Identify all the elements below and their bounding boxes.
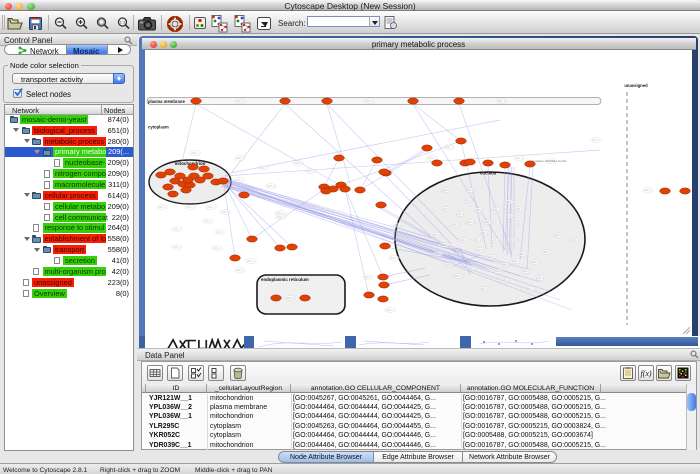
svg-text:(GO:..): (GO:..) (466, 188, 474, 192)
svg-text:(GO:..): (GO:..) (463, 198, 471, 202)
svg-text:(GO:..): (GO:..) (173, 227, 181, 231)
svg-text:(GO:..): (GO:..) (207, 205, 215, 209)
svg-text:(GO:..): (GO:..) (444, 263, 452, 267)
svg-text:(GO:..): (GO:..) (459, 238, 467, 242)
svg-text:(GO:..): (GO:..) (442, 188, 450, 192)
svg-text:(GO:..): (GO:..) (191, 151, 199, 155)
svg-text:(GO:..): (GO:..) (451, 223, 459, 227)
svg-text:(GO:..): (GO:..) (512, 259, 520, 263)
svg-text:(GO:..): (GO:..) (448, 244, 456, 248)
svg-text:(GO:..): (GO:..) (494, 269, 502, 273)
svg-text:(GO:..): (GO:..) (306, 169, 314, 173)
svg-text:(GO:..): (GO:..) (267, 184, 275, 188)
svg-text:(GO:..): (GO:..) (186, 205, 194, 209)
svg-text:(GO:..): (GO:..) (236, 268, 244, 272)
svg-text:(GO:..): (GO:..) (259, 166, 267, 170)
svg-text:(GO:..): (GO:..) (247, 259, 255, 263)
svg-text:(GO:..): (GO:..) (158, 205, 166, 209)
svg-text:(GO:..): (GO:..) (204, 219, 212, 223)
svg-text:(GO:..): (GO:..) (505, 214, 513, 218)
svg-text:(GO:..): (GO:..) (277, 215, 285, 219)
svg-text:(GO:..): (GO:..) (286, 296, 294, 300)
svg-text:endoplasmic reticulum: endoplasmic reticulum (261, 277, 309, 282)
svg-text:(GO:..): (GO:..) (515, 207, 523, 211)
svg-text:(GO:..): (GO:..) (487, 255, 495, 259)
svg-text:(GO:..): (GO:..) (428, 156, 436, 160)
svg-text:(GO:..): (GO:..) (456, 212, 464, 216)
svg-text:(GO:..): (GO:..) (515, 156, 523, 160)
svg-text:(GO:..): (GO:..) (442, 207, 450, 211)
svg-text:(GO:..): (GO:..) (476, 248, 484, 252)
svg-text:f(x): f(x) (640, 369, 651, 378)
svg-text:(GO:..): (GO:..) (554, 233, 562, 237)
svg-text:annotation.GO.CELLULAR...: annotation.GO.CELLULAR... (530, 159, 569, 163)
svg-text:1:1: 1:1 (120, 19, 126, 24)
svg-text:(GO:..): (GO:..) (236, 99, 244, 103)
svg-text:(GO:..): (GO:..) (445, 145, 453, 149)
svg-text:(GO:..): (GO:..) (543, 250, 551, 254)
svg-text:(GO:..): (GO:..) (497, 99, 505, 103)
svg-text:(GO:..): (GO:..) (454, 274, 462, 278)
svg-text:(GO:..): (GO:..) (294, 161, 302, 165)
svg-text:unassigned: unassigned (624, 83, 648, 88)
svg-text:(GO:..): (GO:..) (531, 260, 539, 264)
svg-text:(GO:..): (GO:..) (235, 178, 243, 182)
svg-text:cytoplasm: cytoplasm (148, 125, 169, 130)
svg-text:(GO:..): (GO:..) (386, 308, 394, 312)
svg-text:(GO:..): (GO:..) (491, 238, 499, 242)
svg-text:(GO:..): (GO:..) (644, 188, 652, 192)
svg-text:(GO:..): (GO:..) (474, 208, 482, 212)
svg-text:(GO:..): (GO:..) (522, 269, 530, 273)
svg-text:(GO:..): (GO:..) (432, 233, 440, 237)
svg-text:(GO:..): (GO:..) (508, 238, 516, 242)
svg-text:(GO:..): (GO:..) (526, 287, 534, 291)
svg-text:(GO:..): (GO:..) (466, 220, 474, 224)
svg-text:(GO:..): (GO:..) (519, 252, 527, 256)
svg-text:(GO:..): (GO:..) (480, 287, 488, 291)
svg-text:(GO:..): (GO:..) (468, 266, 476, 270)
svg-text:plasma membrane: plasma membrane (148, 99, 185, 104)
svg-text:(GO:..): (GO:..) (480, 231, 488, 235)
svg-text:(GO:..): (GO:..) (473, 238, 481, 242)
svg-text:(GO:..): (GO:..) (501, 278, 509, 282)
svg-text:(GO:..): (GO:..) (536, 276, 544, 280)
svg-text:(GO:..): (GO:..) (221, 210, 229, 214)
svg-text:(GO:..): (GO:..) (484, 220, 492, 224)
svg-text:(GO:..): (GO:..) (592, 138, 600, 142)
svg-text:(GO:..): (GO:..) (173, 245, 181, 249)
svg-text:(GO:..): (GO:..) (571, 238, 579, 242)
svg-text:(GO:..): (GO:..) (505, 200, 513, 204)
svg-text:(GO:..): (GO:..) (390, 256, 398, 260)
svg-text:(GO:..): (GO:..) (515, 222, 523, 226)
svg-text:(GO:..): (GO:..) (364, 275, 372, 279)
svg-text:(GO:..): (GO:..) (434, 252, 442, 256)
svg-text:(GO:..): (GO:..) (393, 223, 401, 227)
svg-text:(GO:..): (GO:..) (236, 156, 244, 160)
svg-text:(GO:..): (GO:..) (365, 99, 373, 103)
svg-text:(GO:..): (GO:..) (213, 246, 221, 250)
svg-text:(GO:..): (GO:..) (501, 263, 509, 267)
svg-text:(GO:..): (GO:..) (492, 208, 500, 212)
svg-text:(GO:..): (GO:..) (216, 230, 224, 234)
